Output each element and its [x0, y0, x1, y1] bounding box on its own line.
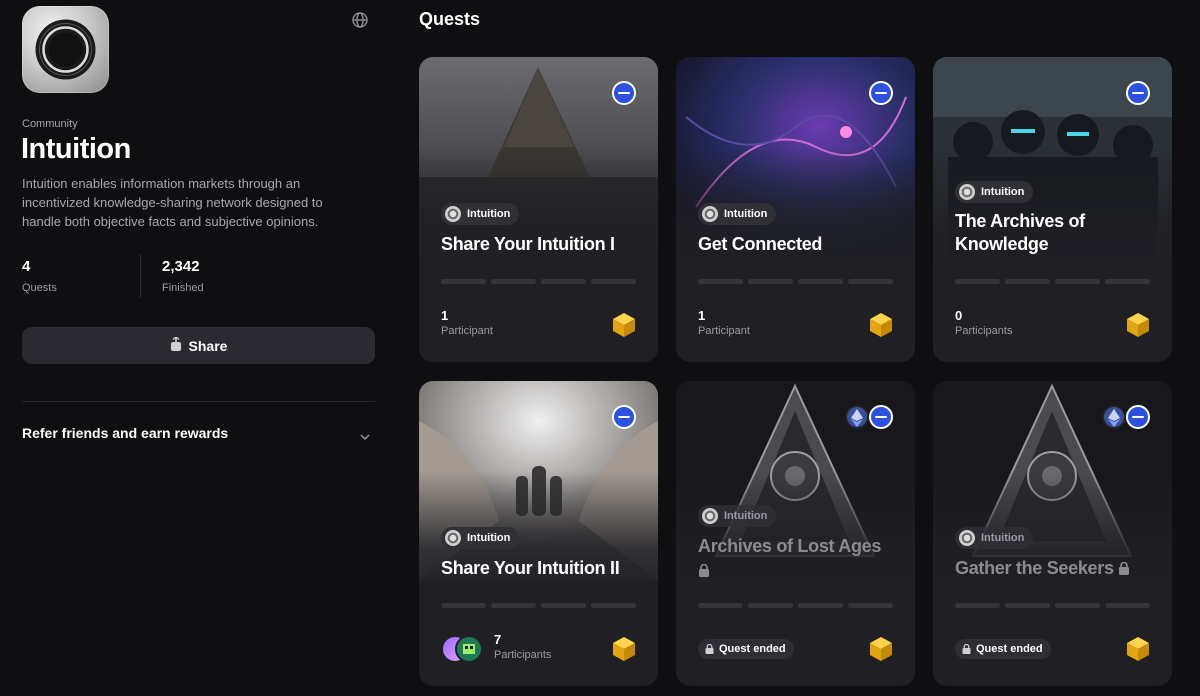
ethereum-icon [1102, 405, 1126, 429]
progress-segments [955, 279, 1150, 284]
chevron-down-icon[interactable] [359, 430, 371, 442]
avatar [455, 635, 483, 663]
participant-count: 0 [955, 308, 963, 323]
community-badge: Intuition [441, 527, 520, 549]
share-button[interactable]: Share [22, 327, 375, 364]
chain-icon [1126, 81, 1150, 105]
community-badge: Intuition [698, 505, 777, 527]
chain-icon [869, 405, 893, 429]
intuition-logo-icon [702, 206, 718, 222]
quest-card[interactable]: Intuition The Archives of Knowledge 0 Pa… [933, 57, 1172, 362]
participant-label: Participants [494, 649, 552, 661]
stat-label: Quests [22, 282, 57, 294]
chain-icon [612, 81, 636, 105]
community-badge: Intuition [698, 203, 777, 225]
quest-status-badge: Quest ended [955, 639, 1051, 659]
quest-card[interactable]: Intuition Gather the Seekers Quest ended [933, 381, 1172, 686]
stat-value: 4 [22, 258, 31, 275]
intuition-logo-icon [445, 206, 461, 222]
badge-label: Intuition [724, 208, 768, 220]
progress-segments [698, 603, 893, 608]
stat-value: 2,342 [162, 258, 200, 275]
lock-icon [1118, 558, 1130, 581]
intuition-logo-icon [702, 508, 718, 524]
reward-cube-icon [613, 313, 635, 337]
quest-title: Get Connected [698, 234, 823, 254]
divider [22, 401, 375, 402]
share-button-label: Share [188, 337, 228, 354]
ethereum-icon [845, 405, 869, 429]
badge-label: Intuition [724, 510, 768, 522]
quest-card[interactable]: Intuition Archives of Lost Ages Quest en… [676, 381, 915, 686]
quest-card[interactable]: Intuition Get Connected 1 Participant [676, 57, 915, 362]
participant-label: Participant [698, 325, 750, 337]
stat-quests: 4 Quests [22, 258, 57, 294]
reward-cube-icon [613, 637, 635, 661]
stat-divider [140, 254, 141, 298]
badge-label: Intuition [467, 532, 511, 544]
quest-title: The Archives of Knowledge [955, 211, 1085, 254]
quest-title: Share Your Intuition I [441, 234, 615, 254]
quest-title-text: Gather the Seekers [955, 558, 1114, 578]
quests-heading: Quests [419, 9, 481, 29]
reward-cube-icon [870, 637, 892, 661]
community-logo [22, 6, 109, 93]
participant-avatars [441, 635, 487, 663]
community-badge: Intuition [955, 181, 1034, 203]
community-sidebar: Community Intuition Intuition enables in… [0, 0, 395, 696]
quest-title: Gather the Seekers [955, 557, 1165, 581]
progress-segments [441, 279, 636, 284]
intuition-logo-icon [959, 530, 975, 546]
reward-cube-icon [1127, 637, 1149, 661]
lock-icon [705, 644, 714, 654]
progress-segments [441, 603, 636, 608]
chain-icon [612, 405, 636, 429]
quest-card[interactable]: Intuition Share Your Intuition II 7 Part… [419, 381, 658, 686]
progress-segments [955, 603, 1150, 608]
lock-icon [698, 560, 898, 583]
reward-cube-icon [870, 313, 892, 337]
participant-label: Participants [955, 325, 1013, 337]
quest-status-label: Quest ended [719, 643, 786, 655]
community-kicker: Community [22, 118, 78, 130]
badge-label: Intuition [981, 532, 1025, 544]
quest-title-text: Archives of Lost Ages [698, 536, 882, 556]
chain-icon [1126, 405, 1150, 429]
intuition-logo-icon [959, 184, 975, 200]
chain-icon [869, 81, 893, 105]
badge-label: Intuition [981, 186, 1025, 198]
refer-friends-toggle[interactable]: Refer friends and earn rewards [22, 425, 228, 441]
share-icon [170, 336, 182, 354]
community-name: Intuition [21, 133, 131, 165]
reward-cube-icon [1127, 313, 1149, 337]
community-description: Intuition enables information markets th… [22, 176, 323, 229]
quest-status-label: Quest ended [976, 643, 1043, 655]
intuition-logo-icon [445, 530, 461, 546]
participant-count: 7 [494, 632, 502, 647]
stat-label: Finished [162, 282, 204, 294]
community-badge: Intuition [441, 203, 520, 225]
quest-title: Archives of Lost Ages [698, 535, 898, 583]
participant-count: 1 [441, 308, 449, 323]
quest-title: Share Your Intuition II [441, 558, 620, 578]
progress-segments [698, 279, 893, 284]
badge-label: Intuition [467, 208, 511, 220]
community-badge: Intuition [955, 527, 1034, 549]
participant-label: Participant [441, 325, 493, 337]
quest-card[interactable]: Intuition Share Your Intuition I 1 Parti… [419, 57, 658, 362]
globe-icon[interactable] [351, 11, 369, 29]
stat-finished: 2,342 Finished [162, 258, 204, 294]
lock-icon [962, 644, 971, 654]
participant-count: 1 [698, 308, 706, 323]
quest-status-badge: Quest ended [698, 639, 794, 659]
